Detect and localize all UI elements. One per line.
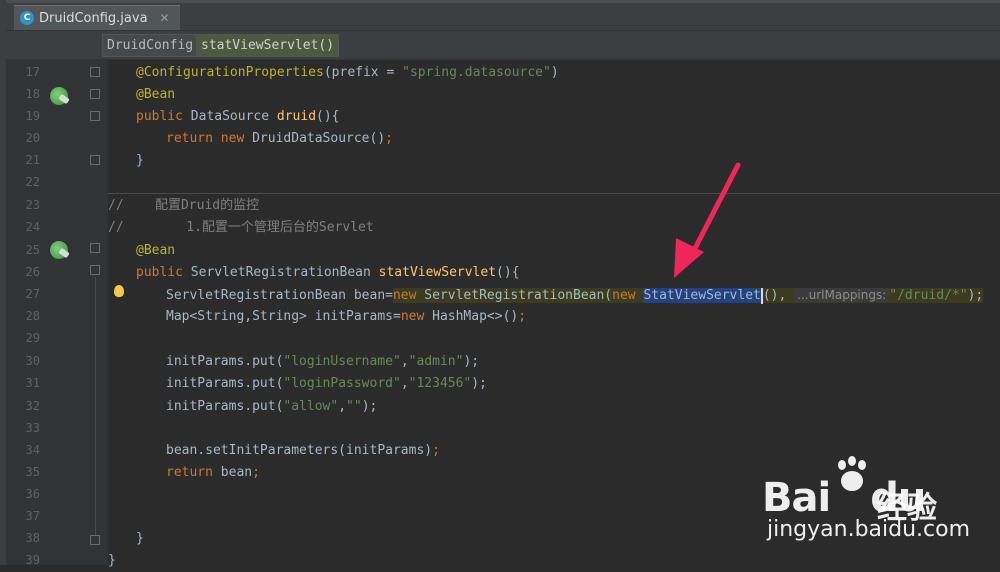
baidu-jingyan-watermark: Bai du 经验 jingyan.baidu.com bbox=[762, 455, 987, 555]
watermark-url: jingyan.baidu.com bbox=[767, 517, 971, 542]
arrow-shaft bbox=[685, 162, 741, 265]
